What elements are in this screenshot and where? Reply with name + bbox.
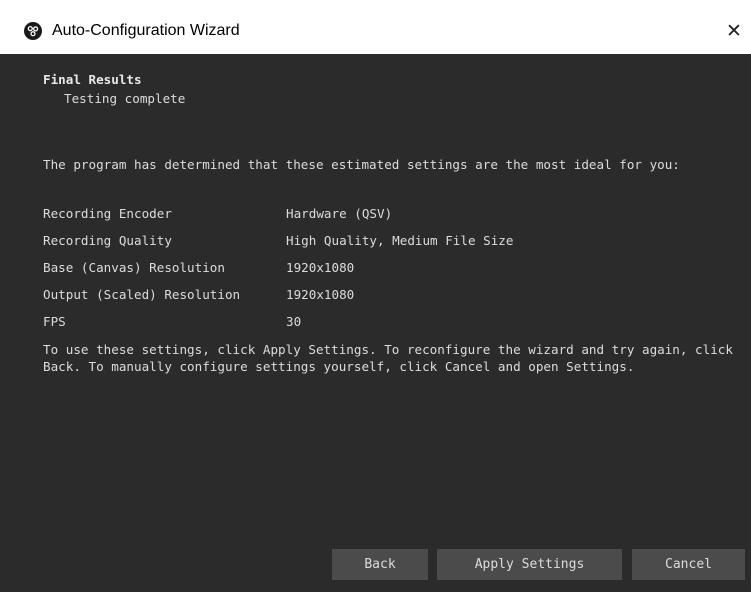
row-value-base-resolution: 1920x1080 <box>286 260 355 275</box>
row-value-recording-quality: High Quality, Medium File Size <box>286 233 514 248</box>
obs-logo-icon <box>24 22 42 40</box>
row-value-output-resolution: 1920x1080 <box>286 287 355 302</box>
back-button[interactable]: Back <box>332 549 428 580</box>
row-value-fps: 30 <box>286 314 302 329</box>
row-label-recording-encoder: Recording Encoder <box>43 206 172 221</box>
results-intro-text: The program has determined that these es… <box>43 157 680 172</box>
window-title: Auto-Configuration Wizard <box>52 22 240 39</box>
close-icon: ✕ <box>726 20 742 42</box>
title-bar: Auto-Configuration Wizard ✕ <box>0 0 751 54</box>
cancel-button[interactable]: Cancel <box>632 549 745 580</box>
auto-config-wizard-window: Auto-Configuration Wizard ✕ Final Result… <box>0 0 751 592</box>
results-heading: Final Results <box>43 72 142 87</box>
apply-settings-button[interactable]: Apply Settings <box>437 549 622 580</box>
row-label-fps: FPS <box>43 314 66 329</box>
row-value-recording-encoder: Hardware (QSV) <box>286 206 393 221</box>
row-label-recording-quality: Recording Quality <box>43 233 172 248</box>
close-button[interactable]: ✕ <box>717 8 751 54</box>
wizard-content: Final Results Testing complete The progr… <box>0 54 751 592</box>
row-label-output-resolution: Output (Scaled) Resolution <box>43 287 241 302</box>
row-label-base-resolution: Base (Canvas) Resolution <box>43 260 225 275</box>
results-subheading: Testing complete <box>64 91 186 106</box>
results-outro-text: To use these settings, click Apply Setti… <box>43 342 733 374</box>
